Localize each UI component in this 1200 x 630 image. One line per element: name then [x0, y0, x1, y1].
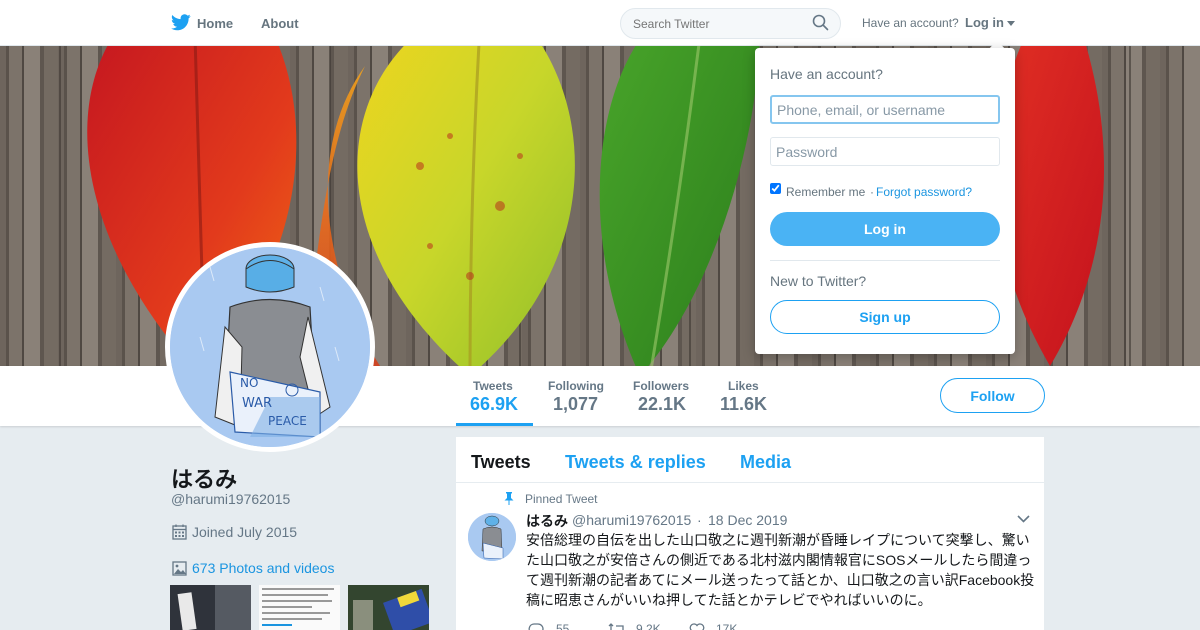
stat-value: 22.1K — [638, 394, 687, 414]
stat-value: 66.9K — [470, 394, 519, 414]
tweet-separator: · — [697, 512, 702, 528]
nav-about-link[interactable]: About — [261, 16, 299, 31]
password-field[interactable] — [770, 137, 1000, 166]
tweet-author-handle[interactable]: @harumi19762015 — [572, 512, 691, 528]
chevron-down-icon[interactable] — [1017, 515, 1030, 523]
retweet-icon[interactable] — [608, 623, 626, 630]
stat-likes[interactable]: Likes 11.6K — [712, 366, 776, 426]
dropdown-title: Have an account? — [770, 66, 883, 82]
remember-me-checkbox[interactable] — [770, 183, 781, 194]
timeline-panel: Tweets Tweets & replies Media Pinned Twe… — [456, 437, 1044, 630]
tab-tweets-replies[interactable]: Tweets & replies — [565, 452, 706, 473]
retweet-count: 9.2K — [636, 622, 661, 630]
photos-videos-link[interactable]: 673 Photos and videos — [192, 560, 334, 576]
username-field[interactable] — [770, 95, 1000, 124]
stat-following[interactable]: Following 1,077 — [540, 366, 612, 426]
media-thumbnail[interactable] — [170, 585, 251, 630]
login-dropdown-toggle[interactable]: Log in — [965, 15, 1004, 30]
svg-text:NO: NO — [240, 376, 258, 390]
like-count: 17K — [716, 622, 738, 630]
twitter-bird-icon[interactable] — [171, 14, 191, 31]
svg-text:WAR: WAR — [242, 396, 272, 411]
have-account-text: Have an account? — [862, 16, 959, 30]
tab-media[interactable]: Media — [740, 452, 791, 473]
separator: · — [870, 185, 874, 199]
timeline-tabs: Tweets Tweets & replies Media — [456, 437, 1044, 483]
search-input[interactable] — [620, 8, 841, 39]
follow-button[interactable]: Follow — [940, 378, 1045, 413]
chevron-down-icon[interactable] — [1007, 21, 1015, 26]
stat-value: 11.6K — [720, 394, 768, 414]
divider — [770, 260, 1000, 261]
joined-date: Joined July 2015 — [192, 524, 298, 540]
profile-avatar[interactable]: NO WAR PEACE — [165, 242, 375, 452]
svg-text:PEACE: PEACE — [268, 414, 307, 428]
stat-value: 1,077 — [553, 394, 599, 414]
tweet-text: 安倍総理の自伝を出した山口敬之に週刊新潮が昏睡レイプについて突撃し、驚いた山口敬… — [526, 532, 1035, 608]
stat-label: Tweets — [473, 379, 513, 393]
profile-handle: @harumi19762015 — [171, 491, 291, 507]
nav-home-link[interactable]: Home — [197, 16, 233, 31]
stat-followers[interactable]: Followers 22.1K — [625, 366, 697, 426]
forgot-password-link[interactable]: Forgot password? — [876, 185, 972, 199]
stat-label: Following — [548, 379, 604, 393]
remember-me-label[interactable]: Remember me — [786, 185, 865, 199]
pinned-tweet-label: Pinned Tweet — [525, 492, 598, 506]
tab-tweets[interactable]: Tweets — [471, 452, 531, 473]
heart-icon[interactable] — [689, 623, 705, 630]
signup-button[interactable]: Sign up — [770, 300, 1000, 334]
stat-label: Likes — [728, 379, 759, 393]
new-to-twitter-text: New to Twitter? — [770, 273, 867, 289]
stat-tweets[interactable]: Tweets 66.9K — [456, 366, 533, 426]
tweet-date[interactable]: 18 Dec 2019 — [708, 512, 787, 528]
login-dropdown: Have an account? Remember me · Forgot pa… — [755, 48, 1015, 354]
media-thumbnail[interactable] — [348, 585, 429, 630]
top-navigation-bar: Home About — [0, 0, 1200, 46]
photo-icon — [172, 561, 187, 576]
pin-icon — [504, 492, 514, 505]
stat-label: Followers — [633, 379, 690, 393]
search-icon[interactable] — [812, 14, 829, 31]
login-button[interactable]: Log in — [770, 212, 1000, 246]
reply-icon[interactable] — [528, 623, 544, 630]
tweet-author-name[interactable]: はるみ — [526, 511, 568, 531]
profile-name: はるみ — [171, 467, 238, 492]
tweet-avatar[interactable] — [468, 513, 516, 561]
media-thumbnail[interactable] — [259, 585, 340, 630]
reply-count: 55 — [556, 622, 570, 630]
calendar-icon — [172, 524, 187, 540]
